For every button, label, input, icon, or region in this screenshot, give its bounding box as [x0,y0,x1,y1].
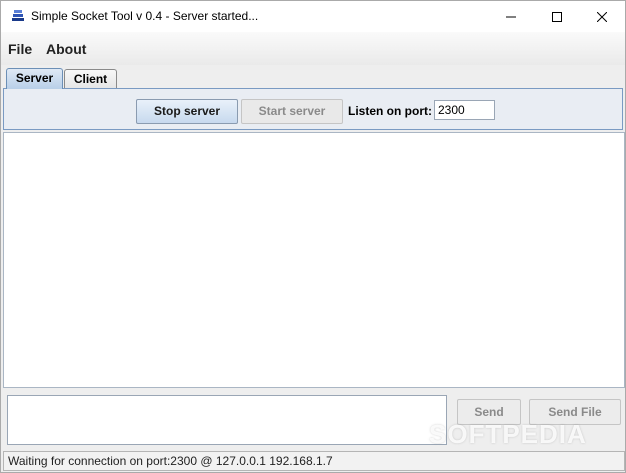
stop-server-button[interactable]: Stop server [136,99,238,124]
close-button[interactable] [579,1,625,32]
status-bar: Waiting for connection on port:2300 @ 12… [3,451,625,471]
maximize-icon [552,11,562,22]
start-server-button[interactable]: Start server [241,99,343,124]
stacked-layers-icon [11,9,25,23]
close-icon [597,11,607,22]
message-input[interactable] [7,395,447,445]
menu-bar: File About [1,32,625,65]
app-window: Simple Socket Tool v 0.4 - Server starte… [0,0,626,473]
server-tab-panel: Stop server Start server Listen on port:… [3,88,623,130]
tab-client[interactable]: Client [64,69,117,88]
minimize-icon [506,16,516,17]
send-button[interactable]: Send [457,399,521,425]
tab-server[interactable]: Server [6,68,63,89]
maximize-button[interactable] [534,1,580,32]
menu-about[interactable]: About [46,41,86,57]
window-title: Simple Socket Tool v 0.4 - Server starte… [31,9,259,23]
menu-file[interactable]: File [8,41,32,57]
port-label: Listen on port: [348,104,432,118]
log-textarea[interactable] [3,132,625,388]
minimize-button[interactable] [488,1,534,32]
title-bar[interactable]: Simple Socket Tool v 0.4 - Server starte… [1,1,625,32]
port-input[interactable]: 2300 [434,100,495,120]
send-file-button[interactable]: Send File [529,399,621,425]
